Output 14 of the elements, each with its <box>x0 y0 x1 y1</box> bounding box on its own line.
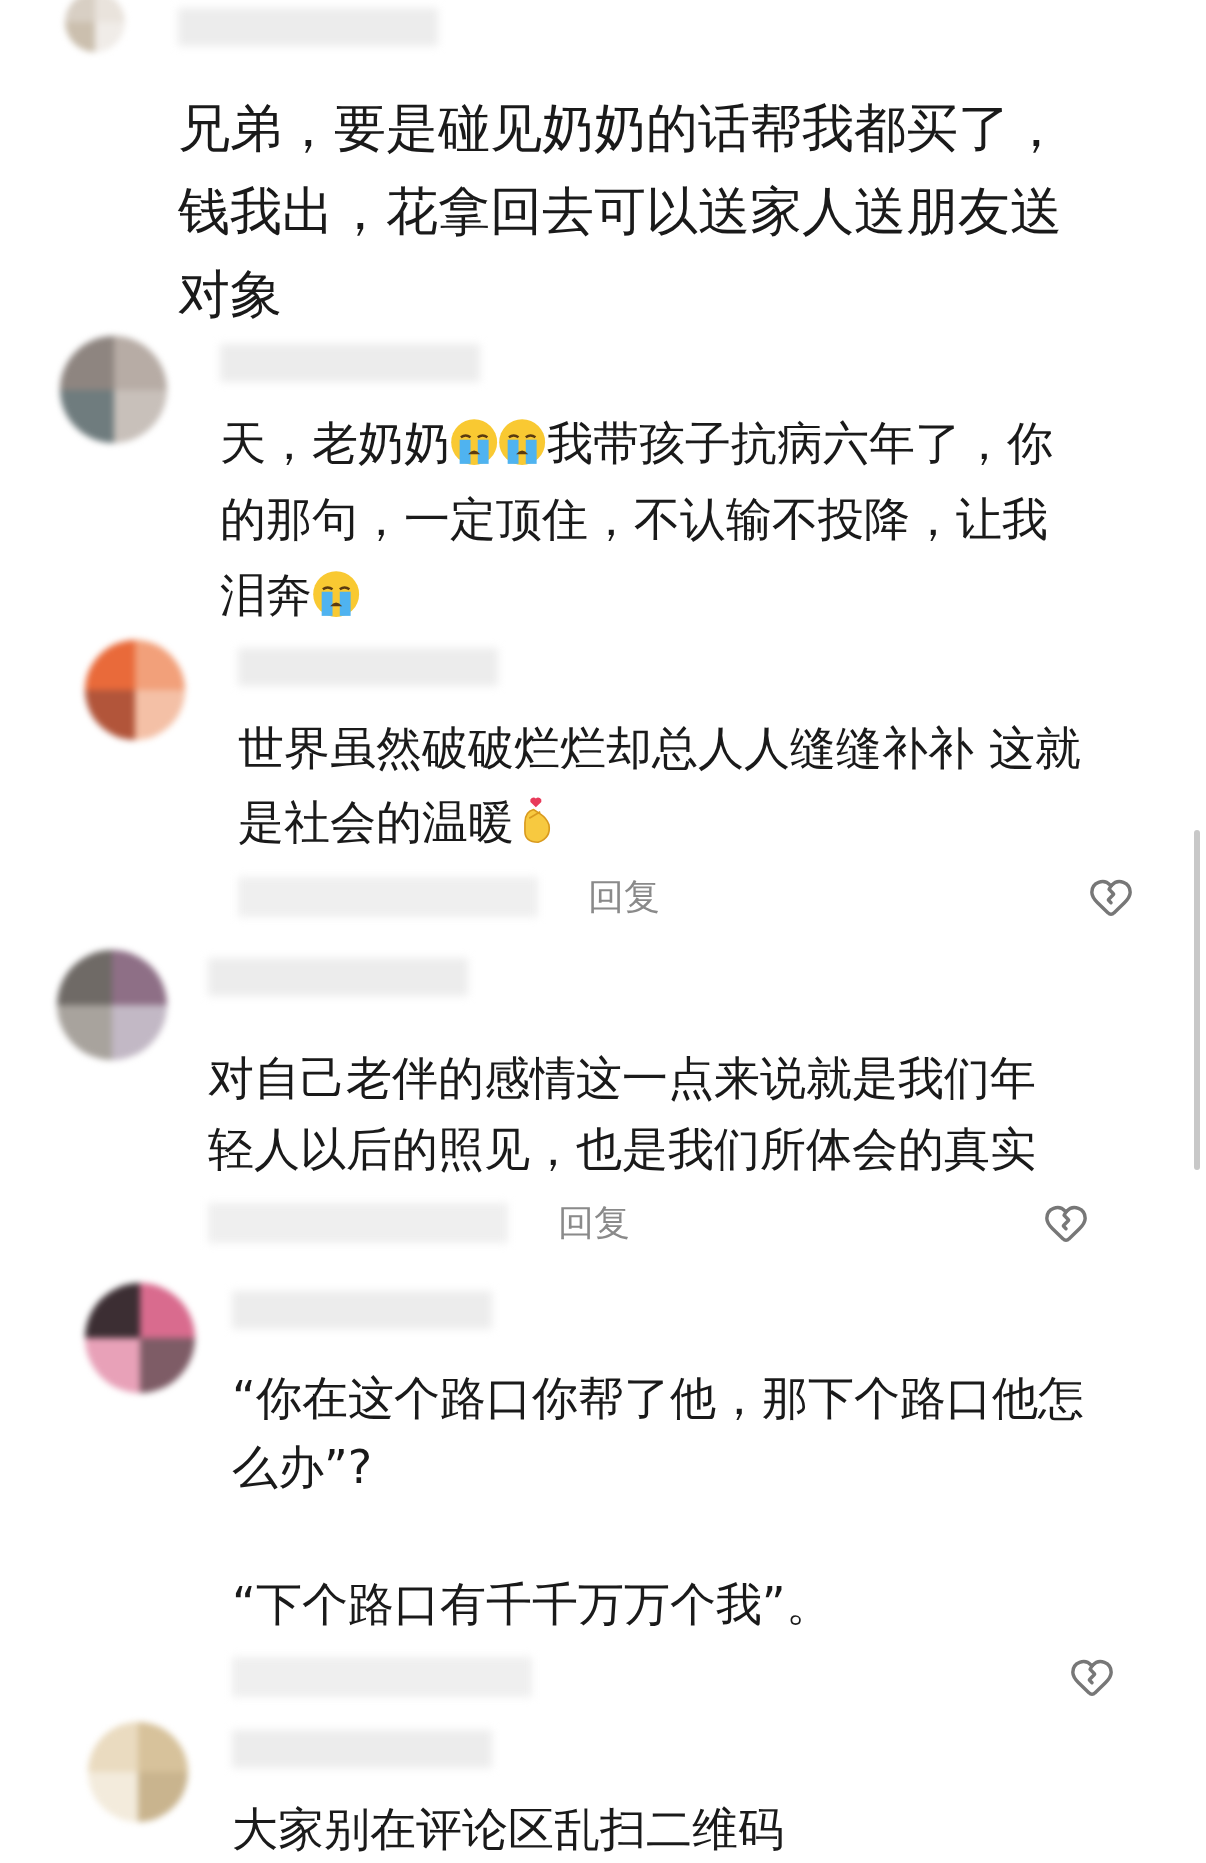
crying-emoji-icon <box>312 569 361 618</box>
comment-text: 兄弟，要是碰见奶奶的话帮我都买了，钱我出，花拿回去可以送家人送朋友送对象 <box>178 97 1063 326</box>
reply-button[interactable]: 回复 <box>558 1196 630 1250</box>
reply-button[interactable]: 回复 <box>588 870 660 924</box>
crying-emoji-icon <box>450 417 499 466</box>
comment-text: 大家别在评论区乱扫二维码 <box>232 1801 785 1858</box>
avatar[interactable] <box>85 1283 195 1393</box>
comment-text: “你在这个路口你帮了他，那下个路口他怎么办”? <box>232 1370 1085 1496</box>
scrollbar[interactable] <box>1194 830 1200 1170</box>
comment-text: 天，老奶奶 我带孩子抗病六年了，你的那句，一定顶住，不认输不投降，让我泪奔 <box>220 415 1054 624</box>
crying-emoji-icon <box>498 417 547 466</box>
comment-text: “下个路口有千千万万个我”。 <box>232 1576 833 1633</box>
comment-text: 对自己老伴的感情这一点来说就是我们年轻人以后的照见，也是我们所体会的真实 <box>208 1050 1037 1178</box>
comment-text: 世界虽然破破烂烂却总人人缝缝补补 这就是社会的温暖 <box>238 720 1082 851</box>
